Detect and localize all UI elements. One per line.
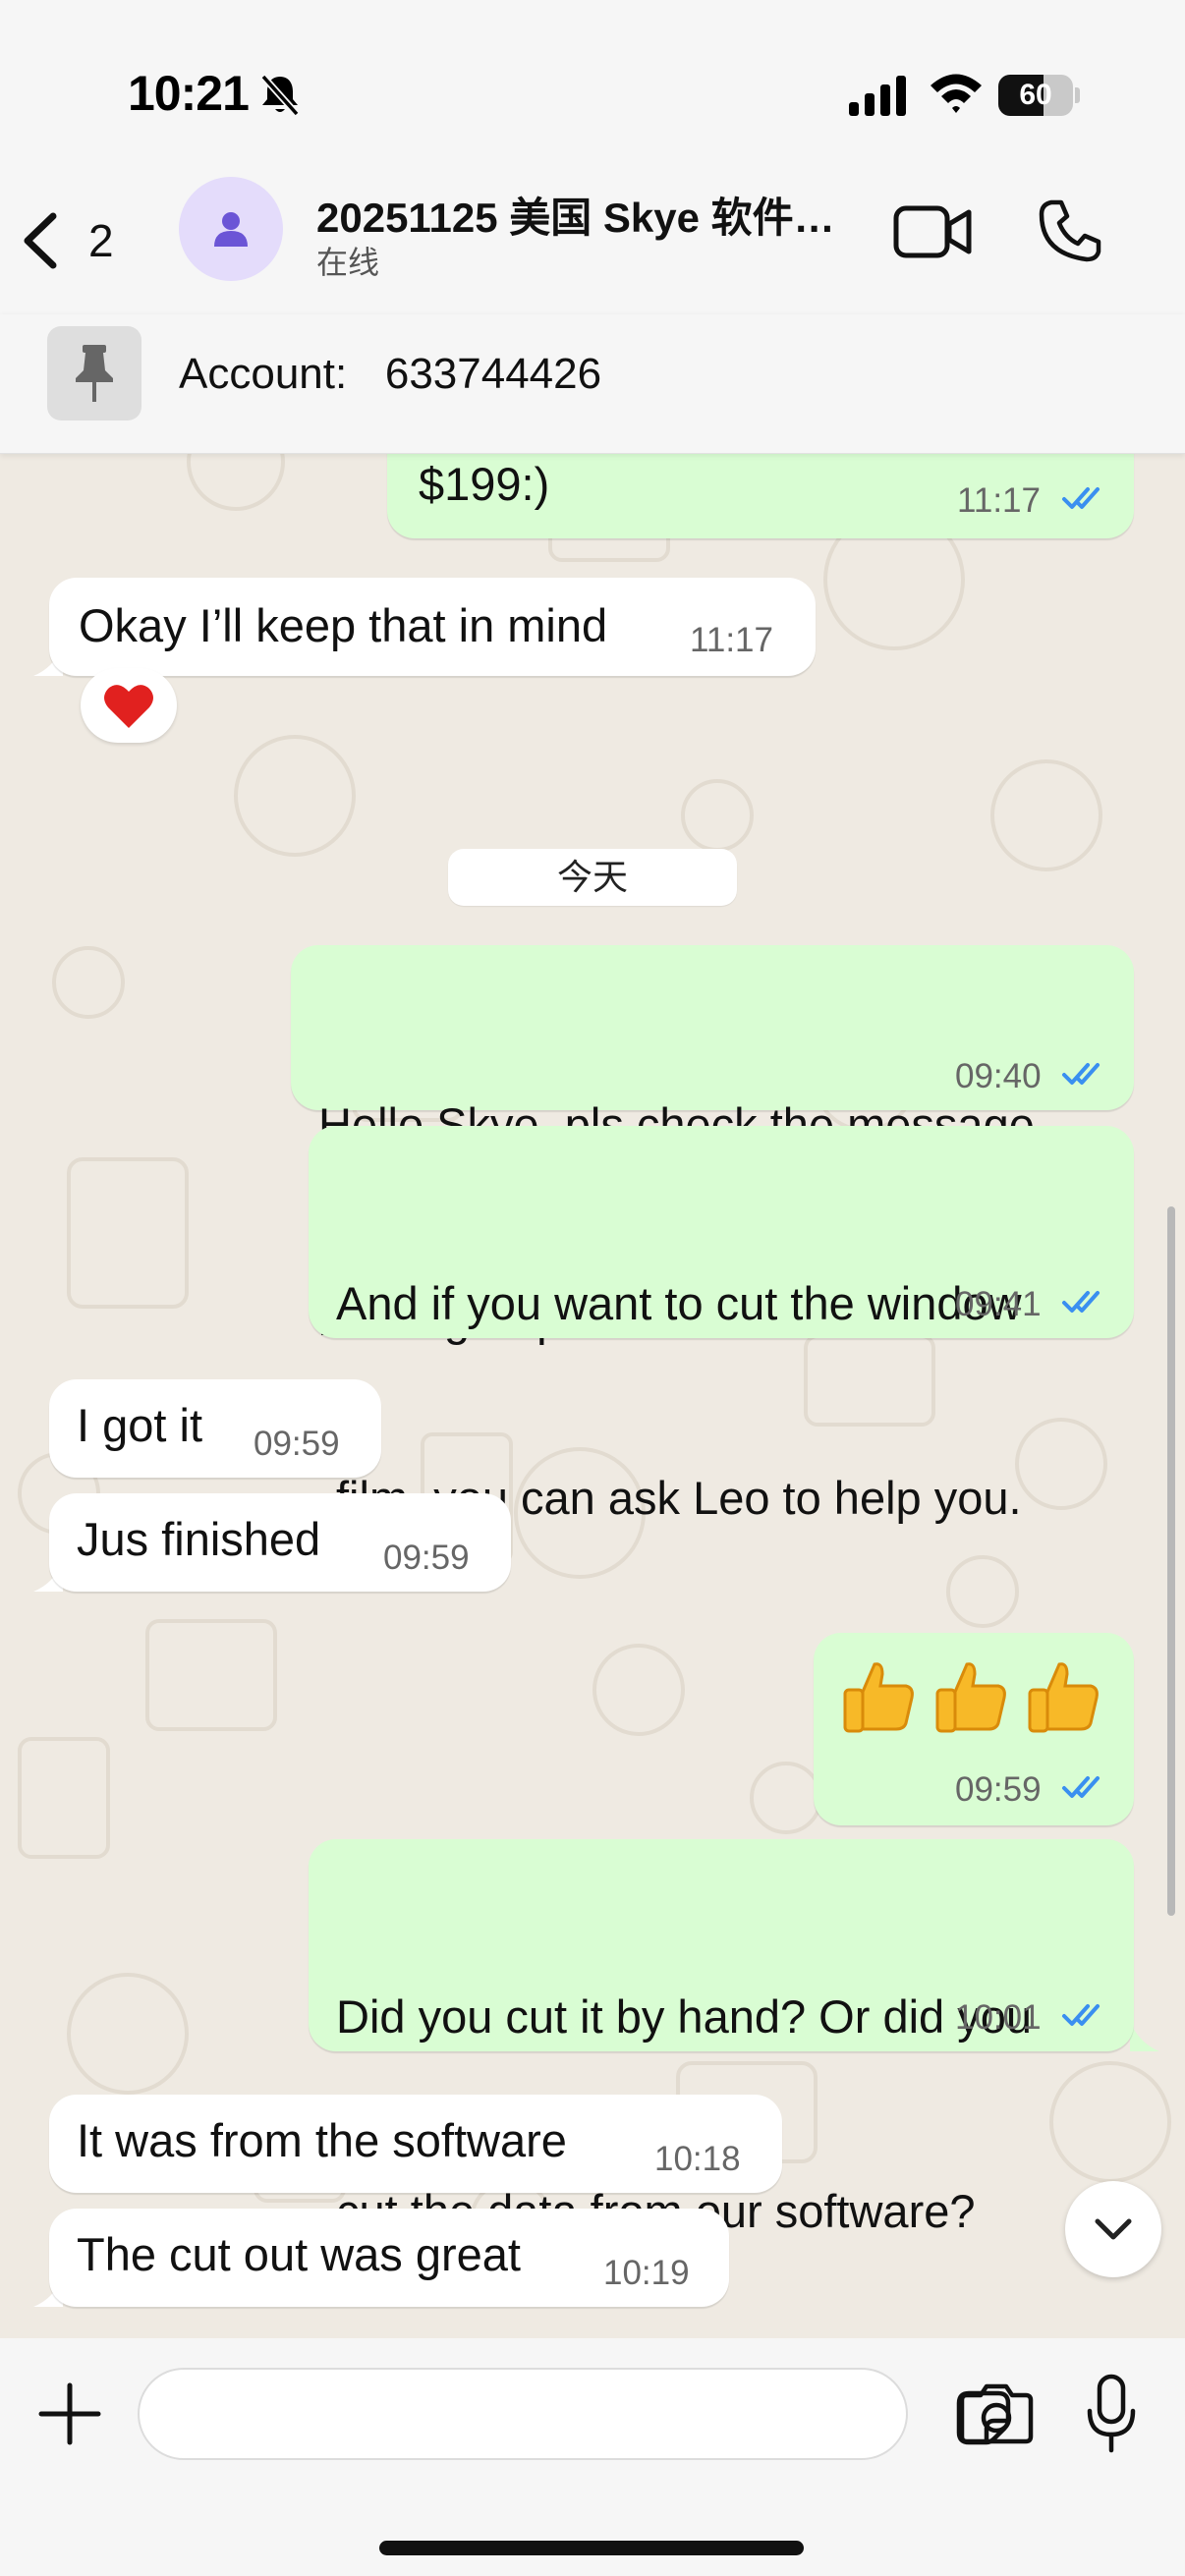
date-separator: 今天	[448, 849, 737, 906]
composer-bar	[0, 2338, 1185, 2576]
outgoing-message[interactable]: Did you cut it by hand? Or did you cut t…	[309, 1839, 1134, 2237]
incoming-message[interactable]: The cut out was great 10:19	[49, 2209, 729, 2307]
chevron-down-icon	[1095, 2218, 1132, 2240]
read-ticks-icon	[1062, 2004, 1100, 2026]
person-icon	[214, 212, 248, 247]
pinned-message-text: Account: 633744426	[179, 350, 602, 398]
reaction-badge[interactable]	[81, 668, 177, 743]
battery-level: 60	[1019, 79, 1052, 111]
message-text: The cut out was great	[77, 2228, 521, 2280]
pinned-message-bar[interactable]: Account: 633744426	[0, 314, 1185, 454]
home-indicator	[379, 2541, 804, 2555]
message-time: 10:01	[955, 1998, 1042, 2037]
message-time: 10:18	[654, 2140, 741, 2178]
wifi-icon	[931, 74, 982, 113]
back-button[interactable]: 2	[20, 196, 128, 285]
signal-icon	[849, 76, 906, 116]
message-input-field[interactable]	[138, 2368, 1011, 2460]
pin-icon	[76, 345, 113, 402]
whatsapp-chat-screen: 10:21 60 2 20251125 美国 Skye 软件… 在线 Accou…	[0, 0, 1185, 2576]
battery-icon: 60	[998, 75, 1080, 116]
read-ticks-icon	[1062, 1291, 1100, 1313]
message-text: Okay I’ll keep that in mind	[79, 599, 608, 651]
video-camera-icon[interactable]	[892, 202, 973, 261]
read-ticks-icon	[1062, 1776, 1100, 1798]
message-time: 10:19	[603, 2254, 690, 2292]
message-time: 09:59	[254, 1425, 340, 1463]
incoming-message[interactable]: Okay I’ll keep that in mind 11:17	[49, 578, 816, 676]
message-time: 09:41	[955, 1285, 1042, 1323]
message-text: It was from the software	[77, 2114, 567, 2166]
incoming-message[interactable]: It was from the software 10:18	[49, 2095, 782, 2193]
bell-slash-icon	[260, 74, 300, 117]
phone-icon[interactable]	[1038, 198, 1102, 263]
heart-icon	[104, 685, 153, 728]
message-input[interactable]	[169, 2370, 818, 2458]
status-time: 10:21	[128, 66, 250, 121]
scrollbar[interactable]	[1167, 1206, 1175, 1916]
message-time: 11:17	[957, 481, 1041, 520]
status-bar: 10:21 60	[0, 0, 1185, 167]
avatar[interactable]	[179, 177, 283, 281]
read-ticks-icon	[1062, 487, 1100, 509]
message-text: Jus finished	[77, 1513, 321, 1565]
message-time: 09:40	[955, 1057, 1042, 1095]
contact-name[interactable]: 20251125 美国 Skye 软件…	[316, 185, 867, 245]
thumbs-up-icon	[1028, 1662, 1099, 1733]
message-time: 11:17	[690, 621, 773, 659]
message-text: I got it	[77, 1399, 203, 1451]
incoming-message[interactable]: I got it 09:59	[49, 1379, 381, 1478]
message-line: And if you want to cut the window	[336, 1277, 1022, 1329]
message-line: Did you cut it by hand? Or did you	[336, 1990, 1033, 2043]
plus-icon[interactable]	[37, 2381, 102, 2446]
message-time: 09:59	[383, 1539, 470, 1577]
chat-header: 2 20251125 美国 Skye 软件… 在线	[0, 167, 1185, 314]
incoming-message[interactable]: Jus finished 09:59	[49, 1493, 511, 1592]
contact-status: 在线	[316, 245, 380, 280]
message-time: 09:59	[955, 1770, 1042, 1809]
camera-icon[interactable]	[959, 2381, 1034, 2444]
thumbs-up-icon	[843, 1662, 914, 1733]
thumbs-up-icon	[935, 1662, 1006, 1733]
unread-chats-count: 2	[88, 215, 114, 266]
pin-button[interactable]	[47, 326, 141, 420]
message-text: $199:)	[419, 458, 550, 510]
chevron-left-icon	[24, 212, 57, 269]
outgoing-message[interactable]: Hello Skye, pls check the message in the…	[291, 945, 1134, 1345]
emoji-row	[837, 1654, 1122, 1737]
bubble-tail	[1130, 2022, 1159, 2051]
outgoing-message[interactable]: 09:59	[814, 1633, 1134, 1825]
microphone-icon[interactable]	[1085, 2374, 1138, 2454]
outgoing-message[interactable]: And if you want to cut the window film, …	[309, 1126, 1134, 1524]
read-ticks-icon	[1062, 1063, 1100, 1085]
scroll-to-bottom-button[interactable]	[1065, 2181, 1161, 2277]
